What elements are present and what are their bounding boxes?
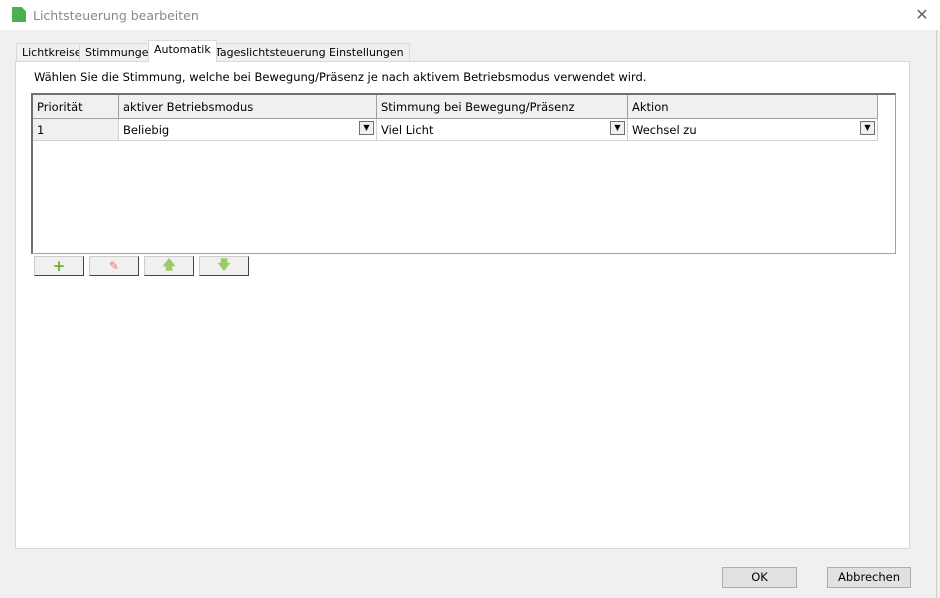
ok-button[interactable]: OK	[722, 567, 797, 588]
mode-dropdown[interactable]: Beliebig ▼	[119, 119, 377, 141]
close-icon[interactable]: ✕	[912, 5, 932, 25]
delete-row-button[interactable]: ✎	[89, 256, 139, 276]
move-up-button[interactable]: 🡅	[144, 256, 194, 276]
mode-value: Beliebig	[123, 123, 170, 137]
window-title: Lichtsteuerung bearbeiten	[33, 8, 199, 23]
arrow-up-icon: 🡅	[162, 258, 176, 273]
cancel-button[interactable]: Abbrechen	[827, 567, 911, 588]
plus-icon: +	[52, 257, 66, 275]
scene-value: Viel Licht	[381, 123, 434, 137]
automation-table: Priorität aktiver Betriebsmodus Stimmung…	[31, 93, 896, 254]
scene-dropdown[interactable]: Viel Licht ▼	[377, 119, 628, 141]
column-header-mode[interactable]: aktiver Betriebsmodus	[119, 95, 377, 119]
tab-automatik[interactable]: Automatik	[148, 40, 217, 62]
cell-priority: 1	[33, 119, 119, 141]
chevron-down-icon[interactable]: ▼	[610, 121, 625, 135]
chevron-down-icon[interactable]: ▼	[359, 121, 374, 135]
column-header-priority[interactable]: Priorität	[33, 95, 119, 119]
action-value: Wechsel zu	[632, 123, 697, 137]
column-header-action[interactable]: Aktion	[628, 95, 878, 119]
app-icon	[12, 7, 26, 22]
move-down-button[interactable]: 🡇	[199, 256, 249, 276]
tab-tageslichtsteuerung[interactable]: Tageslichtsteuerung Einstellungen	[209, 43, 410, 62]
tab-lichtkreise[interactable]: Lichtkreise	[16, 43, 88, 62]
chevron-down-icon[interactable]: ▼	[860, 121, 875, 135]
window-edge	[936, 30, 940, 598]
add-row-button[interactable]: +	[34, 256, 84, 276]
eraser-icon: ✎	[108, 259, 120, 273]
description-text: Wählen Sie die Stimmung, welche bei Bewe…	[34, 70, 647, 84]
arrow-down-icon: 🡇	[217, 258, 231, 273]
action-dropdown[interactable]: Wechsel zu ▼	[628, 119, 878, 141]
column-header-scene[interactable]: Stimmung bei Bewegung/Präsenz	[377, 95, 628, 119]
